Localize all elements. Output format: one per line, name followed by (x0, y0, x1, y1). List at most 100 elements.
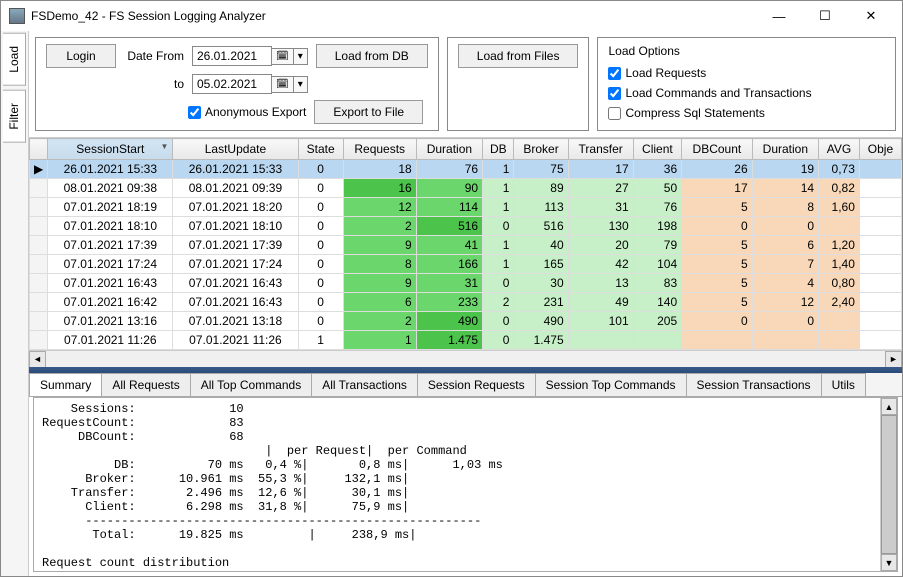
cell: 490 (416, 312, 482, 331)
group-load-options: Load Options Load Requests Load Commands… (597, 37, 896, 131)
cell: 0 (298, 236, 343, 255)
table-row[interactable]: 07.01.2021 16:4307.01.2021 16:4309310301… (30, 274, 902, 293)
table-row[interactable]: 07.01.2021 18:1907.01.2021 18:2001211411… (30, 198, 902, 217)
chevron-down-icon[interactable]: ▾ (294, 48, 308, 65)
grid-h-scrollbar[interactable]: ◄ ► (29, 350, 902, 367)
login-button[interactable]: Login (46, 44, 116, 68)
row-indicator (30, 255, 48, 274)
load-db-button[interactable]: Load from DB (316, 44, 428, 68)
cell: 9 (343, 274, 416, 293)
cell: 0 (682, 312, 753, 331)
date-to-input[interactable] (192, 74, 272, 94)
cell: 8 (752, 198, 818, 217)
tab-all-top-commands[interactable]: All Top Commands (190, 373, 313, 396)
col-db[interactable]: DB (483, 139, 514, 160)
cell: 0 (752, 217, 818, 236)
col-sessionstart[interactable]: SessionStart▼ (48, 139, 173, 160)
tab-all-transactions[interactable]: All Transactions (311, 373, 418, 396)
maximize-button[interactable]: ☐ (802, 1, 848, 31)
calendar-icon[interactable]: 🗓 (272, 76, 294, 93)
cell: 07.01.2021 13:18 (173, 312, 298, 331)
anonymous-export-checkbox[interactable]: Anonymous Export (188, 105, 306, 119)
cell: 12 (752, 293, 818, 312)
cell (859, 198, 901, 217)
cell: 1.475 (514, 331, 568, 350)
cell: 205 (633, 312, 681, 331)
opt-load-requests[interactable]: Load Requests (608, 66, 885, 80)
cell: 1 (483, 160, 514, 179)
close-button[interactable]: ✕ (848, 1, 894, 31)
cell: 18 (343, 160, 416, 179)
table-row[interactable]: 07.01.2021 17:2407.01.2021 17:2408166116… (30, 255, 902, 274)
cell: 07.01.2021 16:43 (48, 274, 173, 293)
col-lastupdate[interactable]: LastUpdate (173, 139, 298, 160)
calendar-icon[interactable]: 🗓 (272, 48, 294, 65)
cell: 07.01.2021 16:42 (48, 293, 173, 312)
chevron-down-icon[interactable]: ▾ (294, 76, 308, 93)
col-state[interactable]: State (298, 139, 343, 160)
cell: 1,60 (819, 198, 860, 217)
load-options-title: Load Options (608, 44, 885, 58)
cell (682, 331, 753, 350)
scroll-down-icon[interactable]: ▼ (881, 554, 897, 571)
scroll-left-icon[interactable]: ◄ (29, 351, 46, 368)
table-row[interactable]: 07.01.2021 18:1007.01.2021 18:1002516051… (30, 217, 902, 236)
scrollbar-thumb[interactable] (881, 415, 897, 554)
cell: 0 (298, 217, 343, 236)
scroll-up-icon[interactable]: ▲ (881, 398, 897, 415)
col-avg[interactable]: AVG (819, 139, 860, 160)
group-load-files: Load from Files (447, 37, 590, 131)
table-row[interactable]: 08.01.2021 09:3808.01.2021 09:3901690189… (30, 179, 902, 198)
cell: 08.01.2021 09:39 (173, 179, 298, 198)
tab-utils[interactable]: Utils (821, 373, 866, 396)
cell (819, 312, 860, 331)
opt-compress-sql[interactable]: Compress Sql Statements (608, 106, 885, 120)
cell: 07.01.2021 16:43 (173, 274, 298, 293)
col-duration[interactable]: Duration (416, 139, 482, 160)
cell: 50 (633, 179, 681, 198)
scroll-right-icon[interactable]: ► (885, 351, 902, 368)
col-obje[interactable]: Obje (859, 139, 901, 160)
table-row[interactable]: 07.01.2021 11:2607.01.2021 11:26111.4750… (30, 331, 902, 350)
col-transfer[interactable]: Transfer (568, 139, 633, 160)
side-tab-filter[interactable]: Filter (3, 90, 26, 143)
cell: 07.01.2021 17:39 (48, 236, 173, 255)
opt-load-commands[interactable]: Load Commands and Transactions (608, 86, 885, 100)
col-dbcount[interactable]: DBCount (682, 139, 753, 160)
col-broker[interactable]: Broker (514, 139, 568, 160)
cell (859, 274, 901, 293)
titlebar: FSDemo_42 - FS Session Logging Analyzer … (1, 1, 902, 31)
col-duration[interactable]: Duration (752, 139, 818, 160)
cell: 140 (633, 293, 681, 312)
tab-session-requests[interactable]: Session Requests (417, 373, 536, 396)
side-tabs: Load Filter (1, 31, 29, 576)
table-row[interactable]: ▶26.01.2021 15:3326.01.2021 15:330187617… (30, 160, 902, 179)
cell: 113 (514, 198, 568, 217)
summary-v-scrollbar[interactable]: ▲ ▼ (880, 398, 897, 571)
load-files-button[interactable]: Load from Files (458, 44, 579, 68)
export-file-button[interactable]: Export to File (314, 100, 423, 124)
date-from-label: Date From (124, 49, 184, 63)
row-indicator (30, 331, 48, 350)
side-tab-load[interactable]: Load (3, 33, 26, 86)
minimize-button[interactable]: — (756, 1, 802, 31)
cell: 07.01.2021 17:24 (48, 255, 173, 274)
cell: 07.01.2021 11:26 (48, 331, 173, 350)
tab-summary[interactable]: Summary (29, 373, 102, 396)
bottom-tabs: SummaryAll RequestsAll Top CommandsAll T… (29, 373, 902, 397)
col-requests[interactable]: Requests (343, 139, 416, 160)
cell: 0,73 (819, 160, 860, 179)
cell (859, 179, 901, 198)
tab-session-transactions[interactable]: Session Transactions (686, 373, 822, 396)
cell (859, 293, 901, 312)
cell: 20 (568, 236, 633, 255)
table-row[interactable]: 07.01.2021 17:3907.01.2021 17:3909411402… (30, 236, 902, 255)
cell: 4 (752, 274, 818, 293)
date-from-input[interactable] (192, 46, 272, 66)
tab-all-requests[interactable]: All Requests (101, 373, 190, 396)
tab-session-top-commands[interactable]: Session Top Commands (535, 373, 687, 396)
col-client[interactable]: Client (633, 139, 681, 160)
table-row[interactable]: 07.01.2021 13:1607.01.2021 13:1802490049… (30, 312, 902, 331)
table-row[interactable]: 07.01.2021 16:4207.01.2021 16:4306233223… (30, 293, 902, 312)
cell: 07.01.2021 18:19 (48, 198, 173, 217)
